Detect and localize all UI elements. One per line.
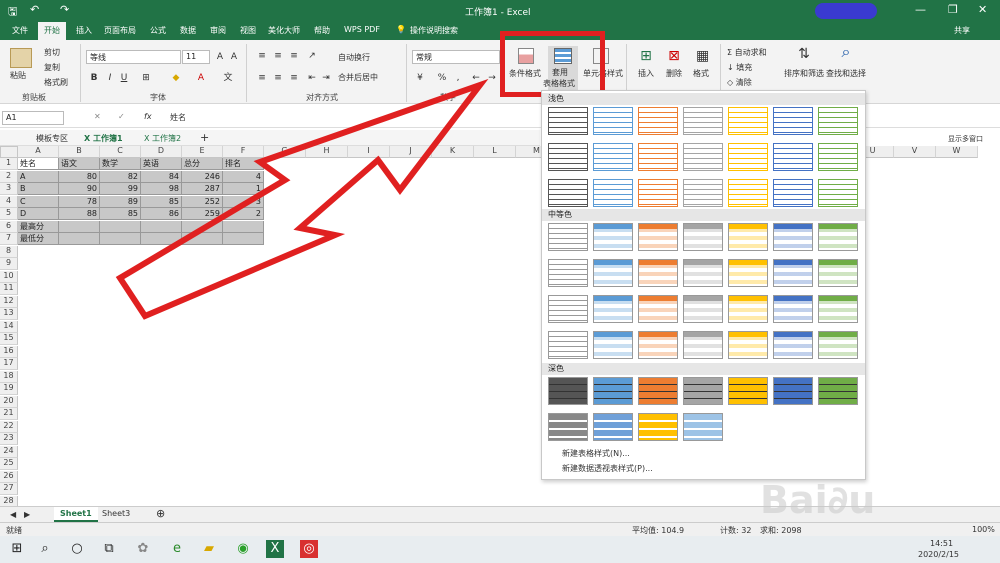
table-style-swatch[interactable] — [728, 179, 768, 207]
table-style-swatch[interactable] — [593, 107, 633, 135]
watermark: Bai∂u — [760, 478, 876, 522]
taskbar: ⊞ ⌕ ○ ⧉ ✿ e ▰ ◉ X ◎ 14:51 2020/2/15 — [0, 536, 1000, 563]
table-style-gallery[interactable]: 浅色 中等色 深色 新建表格样式(N)... 新建数据透视表样式(P)... — [541, 90, 866, 480]
table-style-swatch[interactable] — [638, 377, 678, 405]
add-sheet-icon[interactable]: ⊕ — [156, 507, 165, 520]
table-style-swatch[interactable] — [593, 413, 633, 441]
table-style-swatch[interactable] — [548, 259, 588, 287]
new-pivot-style-link[interactable]: 新建数据透视表样式(P)... — [562, 463, 653, 474]
table-style-swatch[interactable] — [593, 143, 633, 171]
start-icon[interactable]: ⊞ — [8, 540, 26, 558]
table-style-swatch[interactable] — [638, 331, 678, 359]
zoom-level[interactable]: 100% — [972, 525, 995, 534]
table-style-swatch[interactable] — [638, 143, 678, 171]
table-style-swatch[interactable] — [773, 107, 813, 135]
table-style-swatch[interactable] — [593, 331, 633, 359]
table-style-swatch[interactable] — [593, 223, 633, 251]
table-style-swatch[interactable] — [593, 179, 633, 207]
file-explorer-icon[interactable]: ▰ — [200, 540, 218, 558]
table-style-swatch[interactable] — [548, 377, 588, 405]
table-style-swatch[interactable] — [773, 377, 813, 405]
clock-time: 14:51 — [930, 539, 954, 548]
status-bar: 就绪 平均值: 104.9 计数: 32 求和: 2098 100% — [0, 522, 1000, 536]
table-style-swatch[interactable] — [773, 179, 813, 207]
next-sheet-icon[interactable]: ▶ — [24, 510, 30, 519]
table-style-swatch[interactable] — [548, 143, 588, 171]
table-style-swatch[interactable] — [683, 377, 723, 405]
browser-icon[interactable]: e — [168, 540, 186, 558]
cortana-icon[interactable]: ○ — [68, 540, 86, 558]
light-styles-header: 浅色 — [542, 93, 865, 105]
table-style-swatch[interactable] — [683, 259, 723, 287]
status-average: 平均值: 104.9 — [632, 526, 685, 535]
sheet-tab-sheet1[interactable]: Sheet1 — [54, 507, 98, 522]
clock-date: 2020/2/15 — [918, 550, 960, 559]
table-style-swatch[interactable] — [773, 143, 813, 171]
medium-styles-header: 中等色 — [542, 209, 865, 221]
status-count: 计数: 32 — [720, 526, 752, 535]
new-table-style-link[interactable]: 新建表格样式(N)... — [562, 448, 630, 459]
table-style-swatch[interactable] — [683, 295, 723, 323]
table-style-swatch[interactable] — [728, 331, 768, 359]
sheet-tab-sheet3[interactable]: Sheet3 — [102, 509, 130, 518]
table-style-swatch[interactable] — [548, 179, 588, 207]
table-style-swatch[interactable] — [728, 143, 768, 171]
table-style-swatch[interactable] — [818, 377, 858, 405]
table-style-swatch[interactable] — [638, 413, 678, 441]
table-style-swatch[interactable] — [818, 143, 858, 171]
table-style-swatch[interactable] — [818, 107, 858, 135]
status-sum: 求和: 2098 — [760, 526, 802, 535]
table-style-swatch[interactable] — [638, 295, 678, 323]
table-style-swatch[interactable] — [548, 331, 588, 359]
table-style-swatch[interactable] — [728, 223, 768, 251]
table-style-swatch[interactable] — [548, 413, 588, 441]
table-style-swatch[interactable] — [728, 259, 768, 287]
table-style-swatch[interactable] — [818, 259, 858, 287]
table-style-swatch[interactable] — [593, 295, 633, 323]
table-style-swatch[interactable] — [818, 223, 858, 251]
table-style-swatch[interactable] — [818, 179, 858, 207]
table-style-swatch[interactable] — [638, 259, 678, 287]
music-app-icon[interactable]: ◎ — [300, 540, 318, 558]
table-style-swatch[interactable] — [773, 295, 813, 323]
table-style-swatch[interactable] — [773, 259, 813, 287]
table-style-swatch[interactable] — [728, 107, 768, 135]
prev-sheet-icon[interactable]: ◀ — [10, 510, 16, 519]
search-icon[interactable]: ⌕ — [36, 540, 54, 558]
table-style-swatch[interactable] — [593, 259, 633, 287]
table-style-swatch[interactable] — [818, 331, 858, 359]
wechat-icon[interactable]: ◉ — [234, 540, 252, 558]
table-style-swatch[interactable] — [548, 107, 588, 135]
app-icon[interactable]: ✿ — [134, 540, 152, 558]
dark-styles-header: 深色 — [542, 363, 865, 375]
table-style-swatch[interactable] — [728, 377, 768, 405]
table-style-swatch[interactable] — [683, 179, 723, 207]
table-style-swatch[interactable] — [638, 223, 678, 251]
table-style-swatch[interactable] — [683, 413, 723, 441]
table-style-swatch[interactable] — [728, 295, 768, 323]
table-style-swatch[interactable] — [548, 223, 588, 251]
table-style-swatch[interactable] — [683, 143, 723, 171]
table-style-swatch[interactable] — [638, 107, 678, 135]
table-style-swatch[interactable] — [818, 295, 858, 323]
table-style-swatch[interactable] — [773, 223, 813, 251]
task-view-icon[interactable]: ⧉ — [100, 540, 118, 558]
table-style-swatch[interactable] — [548, 295, 588, 323]
table-style-swatch[interactable] — [683, 107, 723, 135]
table-style-swatch[interactable] — [593, 377, 633, 405]
excel-icon[interactable]: X — [266, 540, 284, 558]
table-style-swatch[interactable] — [683, 223, 723, 251]
table-style-swatch[interactable] — [773, 331, 813, 359]
table-style-swatch[interactable] — [683, 331, 723, 359]
table-style-swatch[interactable] — [638, 179, 678, 207]
status-ready: 就绪 — [6, 526, 22, 535]
